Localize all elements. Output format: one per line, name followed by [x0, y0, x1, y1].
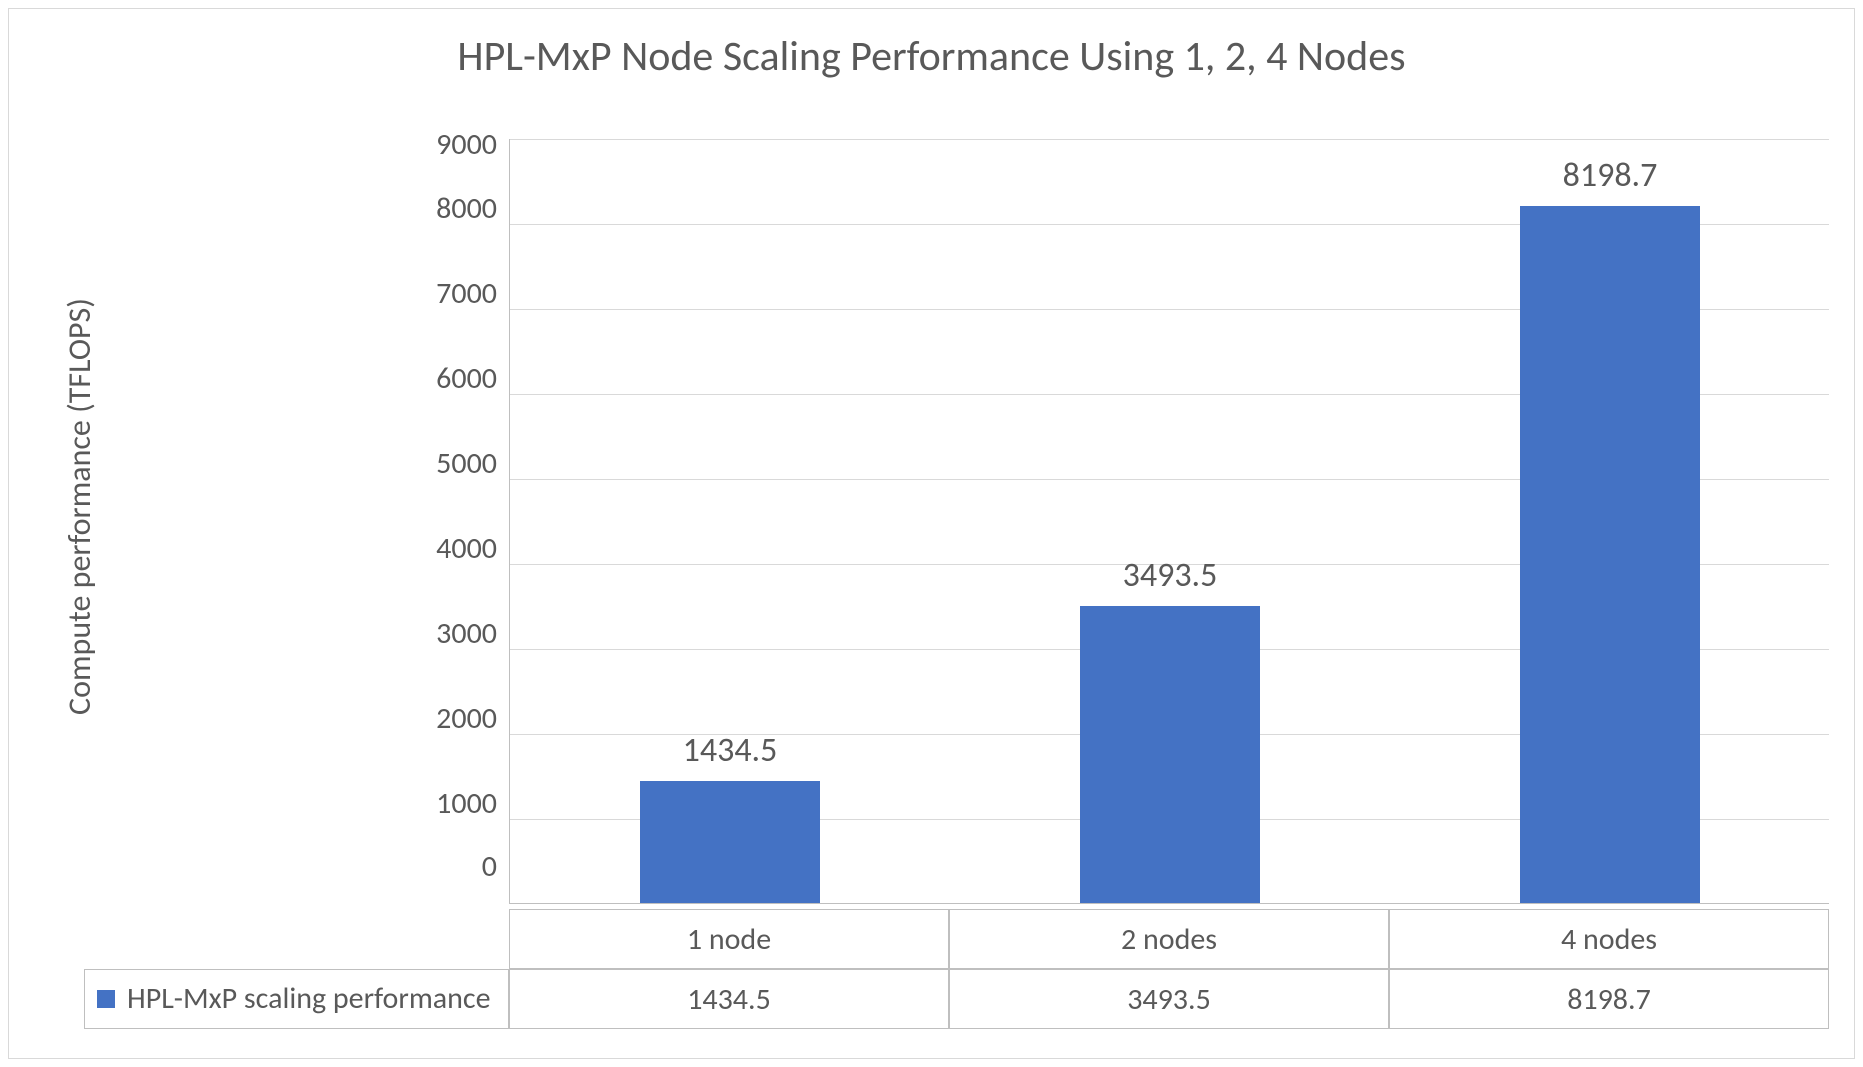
bar-value-2-nodes: 3493.5 — [1123, 555, 1218, 596]
y-tick-7000: 7000 — [399, 251, 509, 336]
data-table-blank-corner — [84, 909, 509, 969]
bar-slot-4-nodes: 8198.7 — [1390, 139, 1830, 903]
y-tick-0: 0 — [399, 846, 509, 888]
y-tick-2000: 2000 — [399, 676, 509, 761]
y-tick-8000: 8000 — [399, 166, 509, 251]
series-value-2-nodes: 3493.5 — [949, 969, 1389, 1029]
y-tick-5000: 5000 — [399, 421, 509, 506]
y-tick-6000: 6000 — [399, 336, 509, 421]
y-tick-3000: 3000 — [399, 591, 509, 676]
bar-2-nodes — [1080, 606, 1260, 903]
series-value-4-nodes: 8198.7 — [1389, 969, 1829, 1029]
plot-area: 1434.5 3493.5 8198.7 — [509, 139, 1829, 904]
series-value-1-node: 1434.5 — [509, 969, 949, 1029]
bar-1-node — [640, 781, 820, 903]
y-tick-9000: 9000 — [399, 124, 509, 166]
bar-slot-2-nodes: 3493.5 — [950, 139, 1390, 903]
data-table-header-row: 1 node 2 nodes 4 nodes — [84, 909, 1829, 969]
y-tick-1000: 1000 — [399, 761, 509, 846]
data-table-series-row: HPL-MxP scaling performance 1434.5 3493.… — [84, 969, 1829, 1029]
category-label-2-nodes: 2 nodes — [949, 909, 1389, 969]
bar-slot-1-node: 1434.5 — [510, 139, 950, 903]
y-axis-title-text: Compute performance (TFLOPS) — [60, 298, 99, 715]
legend-swatch-icon — [97, 990, 115, 1008]
data-table: 1 node 2 nodes 4 nodes HPL-MxP scaling p… — [84, 909, 1829, 1029]
bar-value-4-nodes: 8198.7 — [1563, 155, 1658, 196]
bar-4-nodes — [1520, 206, 1700, 903]
chart-frame: HPL-MxP Node Scaling Performance Using 1… — [8, 8, 1855, 1059]
y-axis-title: Compute performance (TFLOPS) — [49, 139, 109, 873]
bar-value-1-node: 1434.5 — [683, 730, 778, 771]
category-label-4-nodes: 4 nodes — [1389, 909, 1829, 969]
series-name-cell: HPL-MxP scaling performance — [84, 969, 509, 1029]
y-tick-labels: 9000 8000 7000 6000 5000 4000 3000 2000 … — [399, 124, 509, 889]
category-label-1-node: 1 node — [509, 909, 949, 969]
chart-title: HPL-MxP Node Scaling Performance Using 1… — [9, 31, 1854, 82]
series-name-text: HPL-MxP scaling performance — [127, 969, 491, 1029]
y-tick-4000: 4000 — [399, 506, 509, 591]
